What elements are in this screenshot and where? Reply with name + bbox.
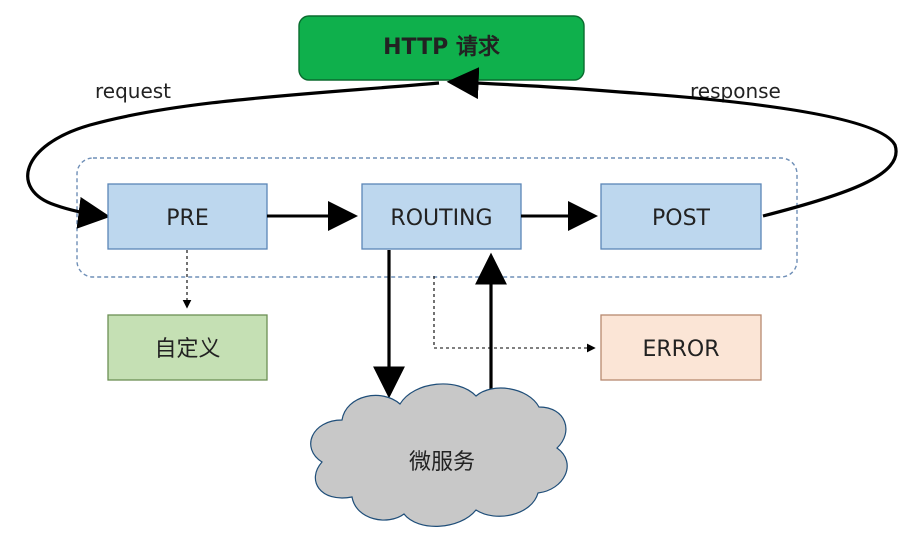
- request-label: request: [95, 79, 171, 103]
- http-request-node[interactable]: HTTP 请求: [298, 15, 585, 81]
- routing-stage-node[interactable]: ROUTING: [361, 183, 522, 250]
- error-filter-node[interactable]: ERROR: [600, 314, 762, 381]
- post-stage-label: POST: [652, 206, 711, 231]
- error-filter-label: ERROR: [642, 337, 719, 362]
- custom-filter-label: 自定义: [154, 337, 220, 362]
- diagram-canvas: HTTP 请求 request response PRE ROUTING POS…: [26, 15, 898, 527]
- custom-filter-node[interactable]: 自定义: [107, 314, 268, 381]
- routing-stage-label: ROUTING: [390, 206, 492, 231]
- http-request-label: HTTP 请求: [383, 34, 500, 60]
- microservice-cloud[interactable]: 微服务: [310, 383, 568, 527]
- pre-stage-node[interactable]: PRE: [107, 183, 268, 250]
- post-stage-node[interactable]: POST: [600, 183, 762, 250]
- microservice-label: 微服务: [409, 450, 475, 475]
- pre-stage-label: PRE: [166, 206, 208, 231]
- gateway-filter-diagram: HTTP 请求 request response PRE ROUTING POS…: [0, 0, 915, 543]
- routing-to-error-arrow: [433, 276, 596, 353]
